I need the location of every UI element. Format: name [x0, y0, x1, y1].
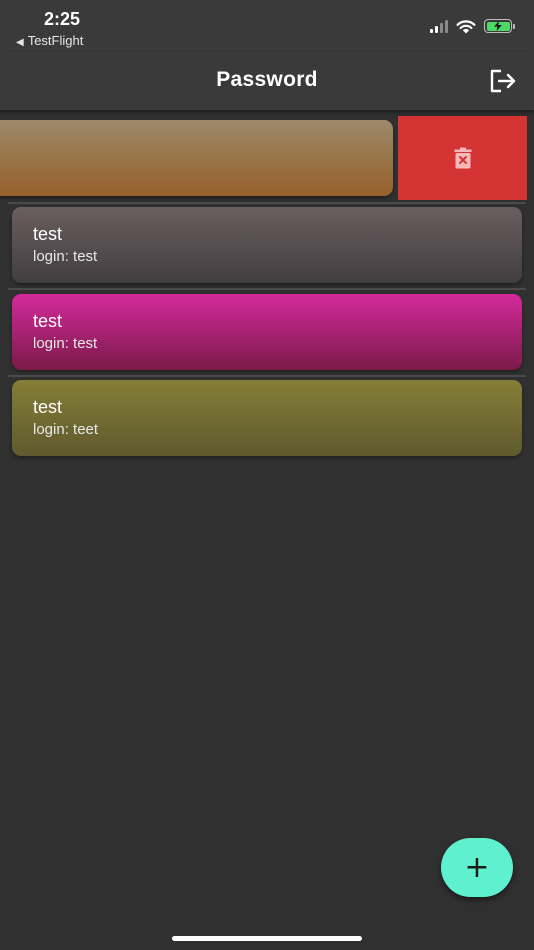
back-caret-icon: ◀	[16, 37, 24, 48]
status-icons	[430, 17, 515, 35]
home-indicator[interactable]	[172, 936, 362, 941]
password-card[interactable]: test login: test	[12, 294, 522, 370]
delete-button[interactable]	[398, 116, 527, 200]
back-app-label: TestFlight	[27, 33, 84, 48]
entry-login: login: test	[33, 248, 98, 265]
divider	[8, 202, 526, 204]
logout-button[interactable]	[488, 68, 518, 94]
charging-bolt-icon	[494, 21, 502, 31]
wifi-icon	[456, 19, 476, 33]
back-to-testflight-link[interactable]: ◀ TestFlight	[16, 33, 83, 48]
list-item-swiped[interactable]	[0, 110, 534, 202]
password-card[interactable]: test login: teet	[12, 380, 522, 456]
battery-icon	[484, 19, 515, 33]
page-title: Password	[216, 68, 318, 91]
password-card[interactable]: test login: test	[12, 207, 522, 283]
app-bar: Password	[0, 52, 534, 110]
entry-title: test	[33, 397, 63, 417]
add-password-button[interactable]: +	[441, 838, 513, 897]
cellular-signal-icon	[430, 19, 448, 33]
status-time: 2:25	[44, 9, 81, 29]
entry-title: test	[33, 224, 63, 244]
divider	[8, 375, 526, 377]
divider	[8, 288, 526, 290]
entry-login: login: test	[33, 335, 98, 352]
password-card[interactable]	[0, 120, 393, 196]
status-bar: 2:25 ◀ TestFlight	[0, 0, 534, 52]
entry-login: login: teet	[33, 421, 99, 438]
logout-icon	[490, 69, 516, 93]
trash-icon	[454, 147, 471, 169]
entry-title: test	[33, 311, 63, 331]
